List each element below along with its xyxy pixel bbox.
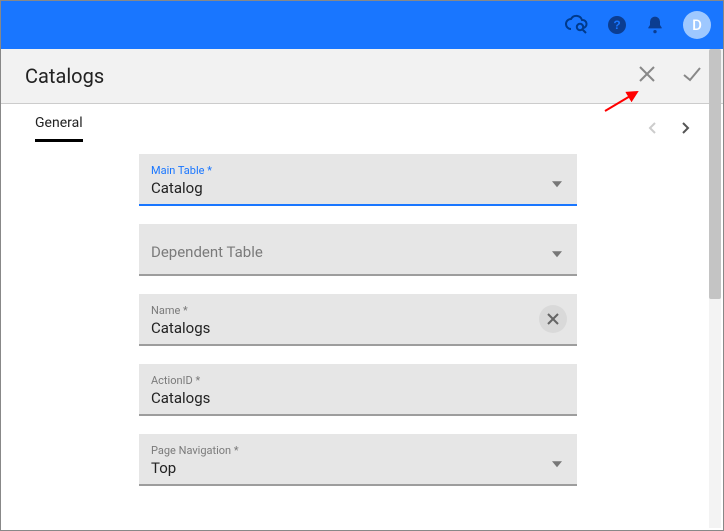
close-icon[interactable] [637, 64, 657, 88]
clear-icon[interactable] [539, 305, 567, 333]
page-navigation-select[interactable]: Page Navigation * Top [139, 434, 577, 486]
tab-row: General [1, 104, 723, 142]
chevron-down-icon [551, 243, 563, 262]
page-title: Catalogs [25, 64, 104, 88]
field-value: Catalogs [151, 319, 565, 337]
cloud-search-icon[interactable] [565, 14, 589, 36]
field-label: Page Navigation * [151, 444, 565, 457]
field-value: Top [151, 459, 565, 477]
field-label: Main Table * [151, 164, 565, 177]
avatar[interactable]: D [683, 11, 711, 39]
page-header: Catalogs [1, 49, 723, 104]
tab-general[interactable]: General [35, 115, 83, 142]
form: Main Table * Catalog Dependent Table Nam… [1, 142, 723, 486]
dependent-table-select[interactable]: Dependent Table [139, 224, 577, 276]
field-value: Catalogs [151, 389, 565, 407]
name-input[interactable]: Name * Catalogs [139, 294, 577, 346]
scrollbar[interactable] [709, 49, 721, 528]
next-button[interactable] [671, 114, 699, 142]
field-label: Name * [151, 304, 565, 317]
chevron-down-icon [551, 173, 563, 192]
confirm-check-icon[interactable] [681, 63, 703, 89]
field-label: Dependent Table [151, 243, 565, 261]
chevron-down-icon [551, 453, 563, 472]
scrollbar-thumb[interactable] [709, 49, 721, 299]
main-table-select[interactable]: Main Table * Catalog [139, 154, 577, 206]
help-icon[interactable]: ? [607, 15, 627, 35]
action-id-input[interactable]: ActionID * Catalogs [139, 364, 577, 416]
bell-icon[interactable] [645, 15, 665, 35]
top-app-bar: ? D [1, 1, 723, 49]
svg-text:?: ? [613, 18, 620, 32]
field-label: ActionID * [151, 374, 565, 387]
field-value: Catalog [151, 179, 565, 197]
prev-button[interactable] [639, 114, 667, 142]
